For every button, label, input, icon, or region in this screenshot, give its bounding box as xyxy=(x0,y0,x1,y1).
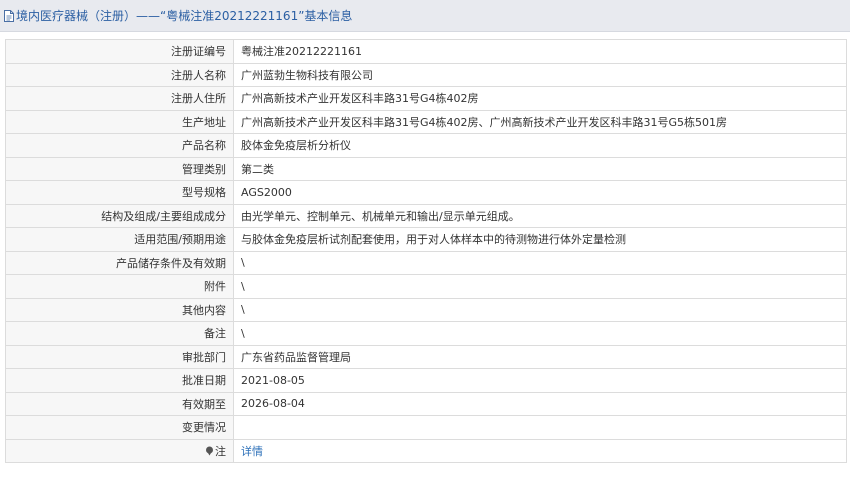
table-row: 适用范围/预期用途 与胶体金免疫层析试剂配套使用，用于对人体样本中的待测物进行体外… xyxy=(5,227,847,252)
row-label: 产品名称 xyxy=(5,133,234,158)
row-label: 生产地址 xyxy=(5,109,234,134)
row-value xyxy=(233,415,847,440)
row-value: \ xyxy=(233,274,847,299)
row-value: 广州蓝勃生物科技有限公司 xyxy=(233,62,847,87)
row-value: 广东省药品监督管理局 xyxy=(233,344,847,369)
table-row: 审批部门 广东省药品监督管理局 xyxy=(5,344,847,369)
row-label: 注册人住所 xyxy=(5,86,234,111)
table-row: 型号规格 AGS2000 xyxy=(5,180,847,205)
row-value: \ xyxy=(233,250,847,275)
row-label: 有效期至 xyxy=(5,391,234,416)
info-icon xyxy=(205,446,214,459)
row-value: \ xyxy=(233,321,847,346)
table-row: 注册人住所 广州高新技术产业开发区科丰路31号G4栋402房 xyxy=(5,86,847,111)
row-label: 适用范围/预期用途 xyxy=(5,227,234,252)
row-value: AGS2000 xyxy=(233,180,847,205)
row-label: 注册证编号 xyxy=(5,39,234,64)
row-label: 型号规格 xyxy=(5,180,234,205)
table-row: 变更情况 xyxy=(5,415,847,440)
table-row: 注册人名称 广州蓝勃生物科技有限公司 xyxy=(5,62,847,87)
row-label: 变更情况 xyxy=(5,415,234,440)
table-row: 有效期至 2026-08-04 xyxy=(5,391,847,416)
row-label: 审批部门 xyxy=(5,344,234,369)
table-row: 产品名称 胶体金免疫层析分析仪 xyxy=(5,133,847,158)
table-row: 生产地址 广州高新技术产业开发区科丰路31号G4栋402房、广州高新技术产业开发区… xyxy=(5,109,847,134)
row-value: 与胶体金免疫层析试剂配套使用，用于对人体样本中的待测物进行体外定量检测 xyxy=(233,227,847,252)
row-value: 粤械注准20212221161 xyxy=(233,39,847,64)
table-row: 管理类别 第二类 xyxy=(5,156,847,181)
row-value: 广州高新技术产业开发区科丰路31号G4栋402房 xyxy=(233,86,847,111)
note-row: 注 详情 xyxy=(5,438,847,463)
note-label: 注 xyxy=(215,444,226,458)
details-link[interactable]: 详情 xyxy=(241,445,263,458)
page-header: 境内医疗器械（注册）——“粤械注准20212221161”基本信息 xyxy=(0,0,850,32)
table-row: 产品储存条件及有效期 \ xyxy=(5,250,847,275)
row-label: 注册人名称 xyxy=(5,62,234,87)
row-label: 产品储存条件及有效期 xyxy=(5,250,234,275)
info-table: 注册证编号 粤械注准20212221161 注册人名称 广州蓝勃生物科技有限公司 注册人… xyxy=(5,39,847,463)
row-label: 附件 xyxy=(5,274,234,299)
table-row: 附件 \ xyxy=(5,274,847,299)
row-value: 胶体金免疫层析分析仪 xyxy=(233,133,847,158)
table-row: 其他内容 \ xyxy=(5,297,847,322)
row-value: 广州高新技术产业开发区科丰路31号G4栋402房、广州高新技术产业开发区科丰路3… xyxy=(233,109,847,134)
table-row: 备注 \ xyxy=(5,321,847,346)
row-label: 其他内容 xyxy=(5,297,234,322)
row-label: 备注 xyxy=(5,321,234,346)
note-label-cell: 注 xyxy=(5,438,234,463)
table-row: 批准日期 2021-08-05 xyxy=(5,368,847,393)
row-label: 管理类别 xyxy=(5,156,234,181)
row-value: 2026-08-04 xyxy=(233,391,847,416)
row-label: 结构及组成/主要组成成分 xyxy=(5,203,234,228)
row-value: \ xyxy=(233,297,847,322)
table-row: 注册证编号 粤械注准20212221161 xyxy=(5,39,847,64)
row-value: 由光学单元、控制单元、机械单元和输出/显示单元组成。 xyxy=(233,203,847,228)
table-row: 结构及组成/主要组成成分 由光学单元、控制单元、机械单元和输出/显示单元组成。 xyxy=(5,203,847,228)
note-value-cell: 详情 xyxy=(233,438,847,463)
row-value: 第二类 xyxy=(233,156,847,181)
row-value: 2021-08-05 xyxy=(233,368,847,393)
page-title: 境内医疗器械（注册）——“粤械注准20212221161”基本信息 xyxy=(16,9,353,23)
document-icon xyxy=(3,9,15,23)
row-label: 批准日期 xyxy=(5,368,234,393)
